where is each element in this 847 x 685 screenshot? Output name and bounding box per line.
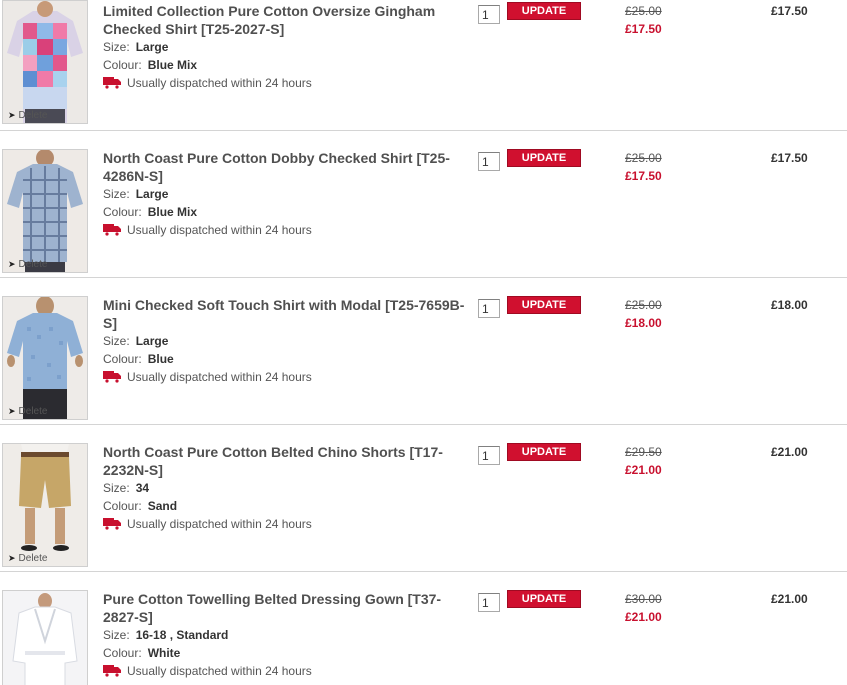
- was-price: £30.00: [625, 592, 662, 606]
- delivery-truck-icon: [103, 518, 121, 530]
- size-value: 34: [135, 481, 150, 495]
- now-price: £17.50: [625, 169, 662, 183]
- row-separator: [0, 277, 847, 278]
- line-total: £17.50: [771, 4, 808, 18]
- size-value: Large: [135, 334, 169, 348]
- colour-row: Colour: Blue Mix: [103, 205, 198, 219]
- product-image[interactable]: ➤ Delete: [2, 443, 88, 567]
- size-row: Size: Large: [103, 187, 169, 201]
- checked-shirt-image: [3, 150, 87, 272]
- colour-value: Sand: [147, 499, 178, 513]
- now-price: £21.00: [625, 463, 662, 477]
- product-image[interactable]: [2, 590, 88, 685]
- size-value: Large: [135, 40, 169, 54]
- size-row: Size: Large: [103, 334, 169, 348]
- now-price: £18.00: [625, 316, 662, 330]
- dispatch-info: Usually dispatched within 24 hours: [103, 76, 312, 90]
- size-value: 16-18 , Standard: [135, 628, 229, 642]
- update-button[interactable]: UPDATE: [507, 590, 581, 608]
- dispatch-info: Usually dispatched within 24 hours: [103, 517, 312, 531]
- blue-shirt-image: [3, 297, 87, 419]
- line-total: £21.00: [771, 445, 808, 459]
- product-title-link[interactable]: Limited Collection Pure Cotton Oversize …: [103, 2, 471, 38]
- colour-row: Colour: Sand: [103, 499, 178, 513]
- dressing-gown-image: [3, 591, 87, 685]
- line-total: £18.00: [771, 298, 808, 312]
- row-separator: [0, 130, 847, 131]
- dispatch-info: Usually dispatched within 24 hours: [103, 223, 312, 237]
- quantity-input[interactable]: [478, 593, 500, 612]
- line-total: £21.00: [771, 592, 808, 606]
- was-price: £25.00: [625, 4, 662, 18]
- colour-row: Colour: Blue Mix: [103, 58, 198, 72]
- update-button[interactable]: UPDATE: [507, 296, 581, 314]
- quantity-input[interactable]: [478, 446, 500, 465]
- gingham-shirt-image: [3, 1, 87, 123]
- row-separator: [0, 571, 847, 572]
- product-title-link[interactable]: Mini Checked Soft Touch Shirt with Modal…: [103, 296, 471, 332]
- basket-item: ➤ Delete North Coast Pure Cotton Dobby Ch…: [0, 147, 847, 294]
- dispatch-info: Usually dispatched within 24 hours: [103, 370, 312, 384]
- product-title-link[interactable]: North Coast Pure Cotton Belted Chino Sho…: [103, 443, 471, 479]
- delete-link[interactable]: ➤ Delete: [8, 406, 47, 417]
- dispatch-info: Usually dispatched within 24 hours: [103, 664, 312, 678]
- colour-row: Colour: White: [103, 646, 181, 660]
- colour-row: Colour: Blue: [103, 352, 174, 366]
- update-button[interactable]: UPDATE: [507, 443, 581, 461]
- delete-link[interactable]: ➤ Delete: [8, 110, 47, 121]
- product-image[interactable]: ➤ Delete: [2, 296, 88, 420]
- size-value: Large: [135, 187, 169, 201]
- delivery-truck-icon: [103, 665, 121, 677]
- was-price: £25.00: [625, 298, 662, 312]
- size-row: Size: Large: [103, 40, 169, 54]
- basket-item: ➤ Delete North Coast Pure Cotton Belted C…: [0, 441, 847, 588]
- size-row: Size: 16-18 , Standard: [103, 628, 229, 642]
- delivery-truck-icon: [103, 77, 121, 89]
- product-title-link[interactable]: North Coast Pure Cotton Dobby Checked Sh…: [103, 149, 471, 185]
- basket-item: Pure Cotton Towelling Belted Dressing Go…: [0, 588, 847, 685]
- chino-shorts-image: [3, 444, 87, 566]
- delivery-truck-icon: [103, 224, 121, 236]
- basket-item: ➤ Delete Limited Collection Pure Cotton O…: [0, 0, 847, 147]
- colour-value: Blue Mix: [147, 58, 198, 72]
- now-price: £21.00: [625, 610, 662, 624]
- update-button[interactable]: UPDATE: [507, 149, 581, 167]
- colour-value: White: [147, 646, 181, 660]
- line-total: £17.50: [771, 151, 808, 165]
- product-title-link[interactable]: Pure Cotton Towelling Belted Dressing Go…: [103, 590, 471, 626]
- colour-value: Blue: [147, 352, 174, 366]
- delete-link[interactable]: ➤ Delete: [8, 259, 47, 270]
- colour-value: Blue Mix: [147, 205, 198, 219]
- was-price: £29.50: [625, 445, 662, 459]
- arrow-right-icon: ➤: [8, 553, 16, 563]
- now-price: £17.50: [625, 22, 662, 36]
- delivery-truck-icon: [103, 371, 121, 383]
- delete-link[interactable]: ➤ Delete: [8, 553, 47, 564]
- arrow-right-icon: ➤: [8, 259, 16, 269]
- row-separator: [0, 424, 847, 425]
- size-row: Size: 34: [103, 481, 150, 495]
- quantity-input[interactable]: [478, 299, 500, 318]
- arrow-right-icon: ➤: [8, 406, 16, 416]
- product-image[interactable]: ➤ Delete: [2, 0, 88, 124]
- basket-item: ➤ Delete Mini Checked Soft Touch Shirt wi…: [0, 294, 847, 441]
- product-image[interactable]: ➤ Delete: [2, 149, 88, 273]
- arrow-right-icon: ➤: [8, 110, 16, 120]
- quantity-input[interactable]: [478, 152, 500, 171]
- quantity-input[interactable]: [478, 5, 500, 24]
- update-button[interactable]: UPDATE: [507, 2, 581, 20]
- was-price: £25.00: [625, 151, 662, 165]
